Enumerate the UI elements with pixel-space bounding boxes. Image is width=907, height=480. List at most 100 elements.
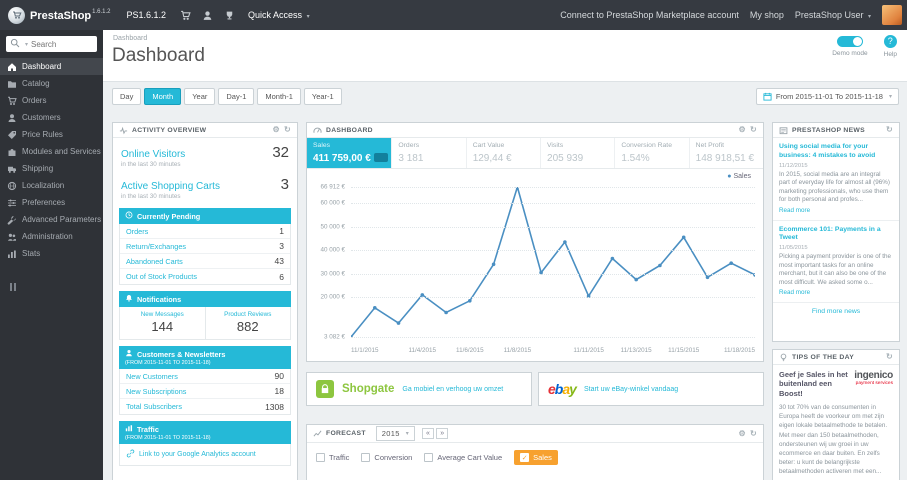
sidebar-item-orders[interactable]: Orders: [0, 92, 103, 109]
read-more-link[interactable]: Read more: [779, 207, 893, 214]
user-menu[interactable]: PrestaShop User ▾: [795, 10, 871, 20]
cart-icon[interactable]: [180, 10, 191, 21]
kpi-net-profit[interactable]: Net Profit 148 918,51 €: [690, 138, 763, 168]
help-icon[interactable]: ?: [883, 35, 897, 48]
new-messages-cell[interactable]: New Messages 144: [120, 307, 206, 339]
shop-name[interactable]: PS1.6.1.2: [127, 10, 167, 20]
sidebar-collapse-icon[interactable]: [10, 278, 103, 296]
data-point: [563, 240, 567, 244]
filter-year-1-button[interactable]: Year-1: [303, 88, 342, 105]
gridline: [351, 337, 755, 338]
google-analytics-link[interactable]: Link to your Google Analytics account: [119, 444, 291, 466]
refresh-icon[interactable]: ↻: [886, 353, 893, 361]
sidebar-item-customers[interactable]: Customers: [0, 109, 103, 126]
product-reviews-cell[interactable]: Product Reviews 882: [206, 307, 291, 339]
refresh-icon[interactable]: ↻: [284, 126, 291, 134]
filter-day-1-button[interactable]: Day-1: [218, 88, 255, 105]
quick-access-menu[interactable]: Quick Access ▾: [248, 10, 310, 20]
article-excerpt: In 2015, social media are an integral pa…: [779, 170, 890, 204]
kpi-sales[interactable]: Sales 411 759,00 €: [307, 138, 393, 168]
gridline: [351, 187, 755, 188]
legend-traffic-checkbox[interactable]: Traffic: [316, 453, 349, 462]
legend-avg-cart-checkbox[interactable]: Average Cart Value: [424, 453, 502, 462]
help-control: ? Help: [884, 35, 897, 58]
trophy-icon[interactable]: [224, 10, 235, 21]
next-year-button[interactable]: »: [436, 428, 449, 439]
data-point: [396, 321, 401, 325]
kpi-cart-value[interactable]: Cart Value 129,44 €: [467, 138, 542, 168]
find-more-news-link[interactable]: Find more news: [773, 303, 899, 320]
kpi-visits[interactable]: Visits 205 939: [541, 138, 616, 168]
prestashop-news-panel: PRESTASHOP NEWS ↻ Using social media for…: [772, 122, 900, 342]
refresh-icon[interactable]: ↻: [750, 429, 757, 438]
article-title-link[interactable]: Using social media for your business: 4 …: [779, 143, 893, 161]
read-more-link[interactable]: Read more: [779, 289, 893, 296]
content-header: Dashboard Dashboard Demo mode ? Help: [103, 30, 907, 82]
sidebar-item-localization[interactable]: Localization: [0, 177, 103, 194]
link-icon: [126, 449, 135, 460]
ebay-logo: ebay: [548, 381, 577, 397]
filter-month-button[interactable]: Month: [144, 88, 182, 105]
filter-year-button[interactable]: Year: [184, 88, 216, 105]
gear-icon[interactable]: ⚙: [739, 126, 746, 134]
total-subscribers-row[interactable]: Total Subscribers 1308: [120, 399, 290, 414]
abandoned-carts-row[interactable]: Abandoned Carts 43: [120, 254, 290, 269]
pending-returns-row[interactable]: Return/Exchanges 3: [120, 239, 290, 254]
marketplace-link[interactable]: Connect to PrestaShop Marketplace accoun…: [560, 10, 739, 20]
breadcrumb[interactable]: Dashboard: [113, 35, 147, 42]
active-carts-link[interactable]: Active Shopping Carts: [121, 181, 220, 192]
customer-icon[interactable]: [202, 10, 213, 21]
my-shop-link[interactable]: My shop: [750, 10, 784, 20]
filter-day-button[interactable]: Day: [112, 88, 142, 105]
data-point: [491, 262, 496, 267]
topbar-right: Connect to PrestaShop Marketplace accoun…: [560, 5, 907, 25]
gear-icon[interactable]: ⚙: [273, 126, 280, 134]
online-visitors-block: Online Visitors 32 in the last 30 minutes: [113, 138, 297, 170]
avatar[interactable]: [882, 5, 902, 25]
gear-icon[interactable]: ⚙: [739, 429, 746, 438]
chart-plot-area: [351, 187, 755, 338]
refresh-icon[interactable]: ↻: [750, 126, 757, 134]
kpi-conversion-rate[interactable]: Conversion Rate 1.54%: [615, 138, 690, 168]
forecast-year-select[interactable]: 2015 ▾: [375, 426, 415, 441]
pulse-icon: [119, 126, 128, 135]
gridline: [351, 273, 755, 275]
legend-conversion-checkbox[interactable]: Conversion: [361, 453, 412, 462]
brand[interactable]: PrestaShop1.6.1.2: [0, 6, 119, 24]
panel-title: PRESTASHOP NEWS: [792, 126, 865, 134]
x-tick-label: 11/13/2015: [620, 347, 652, 354]
ebay-promo-link[interactable]: Start uw eBay-winkel vandaag: [584, 386, 678, 393]
article-title-link[interactable]: Ecommerce 101: Payments in a Tweet: [779, 226, 893, 244]
sidebar-item-stats[interactable]: Stats: [0, 245, 103, 262]
search-input[interactable]: [31, 39, 90, 49]
sidebar-item-price-rules[interactable]: Price Rules: [0, 126, 103, 143]
sidebar-item-preferences[interactable]: Preferences: [0, 194, 103, 211]
new-subscriptions-row[interactable]: New Subscriptions 18: [120, 384, 290, 399]
previous-year-button[interactable]: «: [422, 428, 435, 439]
sidebar-item-advanced-parameters[interactable]: Advanced Parameters: [0, 211, 103, 228]
date-range-picker[interactable]: From 2015-11-01 To 2015-11-18 ▾: [755, 88, 899, 105]
legend-sales-checkbox[interactable]: ✓ Sales: [514, 450, 558, 465]
out-of-stock-row[interactable]: Out of Stock Products 6: [120, 269, 290, 284]
online-visitors-link[interactable]: Online Visitors: [121, 149, 185, 160]
active-carts-value: 3: [280, 176, 289, 193]
topbar-quick-icons: [180, 10, 235, 21]
sidebar-item-administration[interactable]: Administration: [0, 228, 103, 245]
shopgate-promo-link[interactable]: Ga mobiel en verhoog uw omzet: [402, 386, 503, 393]
sidebar-item-catalog[interactable]: Catalog: [0, 75, 103, 92]
filter-month-1-button[interactable]: Month-1: [257, 88, 301, 105]
brand-version: 1.6.1.2: [92, 8, 111, 15]
chevron-down-icon[interactable]: ▾: [25, 41, 28, 48]
demo-mode-toggle[interactable]: [836, 36, 863, 47]
sidebar-item-dashboard[interactable]: Dashboard: [0, 58, 103, 75]
gridline: [351, 226, 755, 228]
chart-legend[interactable]: ● Sales: [727, 173, 751, 180]
new-customers-row[interactable]: New Customers 90: [120, 369, 290, 384]
data-point: [729, 261, 733, 265]
refresh-icon[interactable]: ↻: [886, 126, 893, 134]
sidebar-item-shipping[interactable]: Shipping: [0, 160, 103, 177]
pending-orders-row[interactable]: Orders 1: [120, 224, 290, 239]
kpi-orders[interactable]: Orders 3 181: [392, 138, 467, 168]
sidebar-item-modules[interactable]: Modules and Services: [0, 143, 103, 160]
data-point: [610, 256, 615, 261]
